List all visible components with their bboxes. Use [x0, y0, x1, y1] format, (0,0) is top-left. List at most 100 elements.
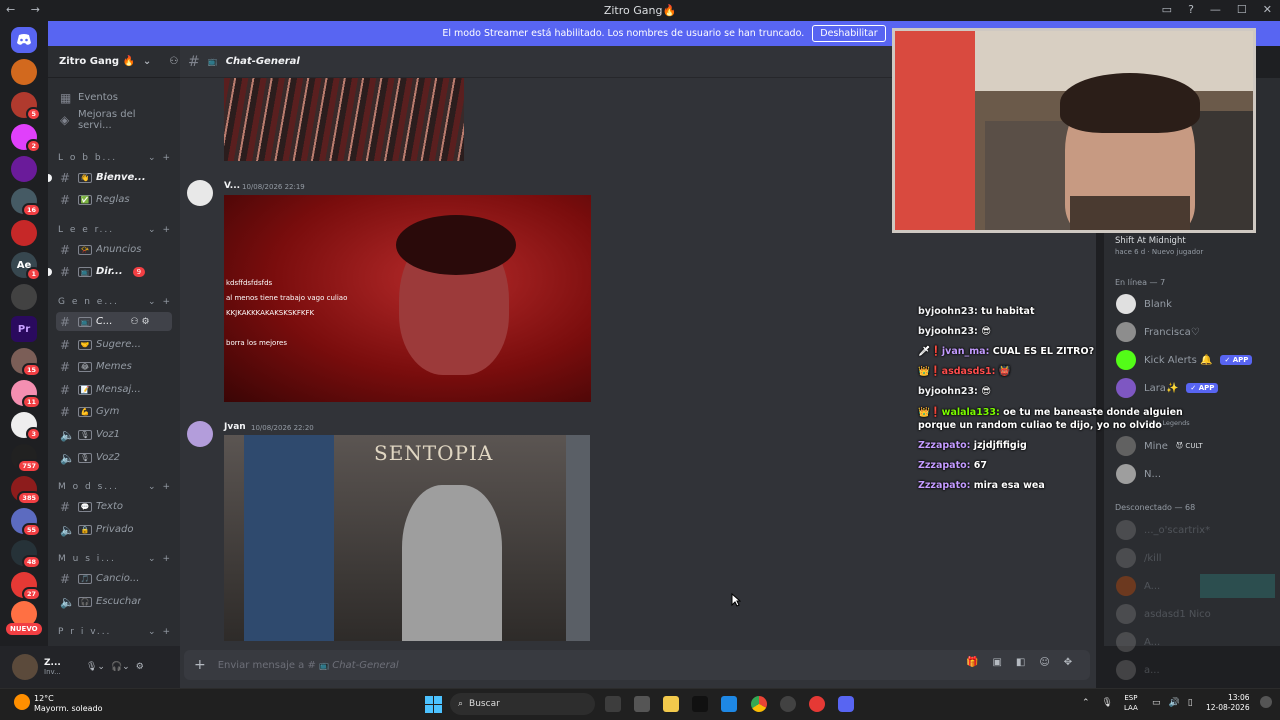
chrome-icon[interactable]	[751, 696, 767, 712]
discord-home-icon[interactable]	[11, 27, 37, 53]
weather-icon[interactable]	[14, 694, 30, 710]
discord-taskbar-icon[interactable]	[838, 696, 854, 712]
taskbar-search[interactable]: ⌕ Buscar	[450, 693, 595, 715]
task-view-icon[interactable]	[605, 696, 621, 712]
message-author[interactable]: Jvan	[224, 422, 246, 432]
apps-icon[interactable]: ✥	[1064, 657, 1072, 668]
category-leer[interactable]: L e e r... ⌄ +	[58, 225, 172, 235]
category-lobby[interactable]: L o b b... ⌄ +	[58, 153, 172, 163]
emoji-icon[interactable]: ☺	[1039, 657, 1049, 668]
channel-texto[interactable]: # 💬 Texto	[56, 497, 172, 516]
category-general[interactable]: G e n e... ⌄ +	[58, 297, 172, 307]
plus-icon[interactable]: ⌄ +	[148, 297, 172, 307]
minimize-button[interactable]: —	[1210, 3, 1221, 16]
sticker-icon[interactable]: ◧	[1016, 657, 1025, 668]
inbox-icon[interactable]: ▭	[1162, 3, 1172, 16]
server-icon[interactable]: 2	[11, 124, 41, 153]
ae-server-icon[interactable]: Ae 1	[11, 252, 41, 281]
plus-icon[interactable]: ⌄ +	[148, 225, 172, 235]
member-item[interactable]: /kill	[1116, 548, 1162, 568]
member-item[interactable]: ..._o'scartrix*	[1116, 520, 1210, 540]
server-icon[interactable]	[11, 156, 37, 182]
channel-anuncios[interactable]: # 📯 Anuncios	[56, 240, 172, 259]
avatar[interactable]	[187, 421, 213, 447]
server-icon[interactable]	[11, 220, 37, 246]
tray-icons[interactable]: ▭ 🔊 ▯	[1152, 698, 1193, 708]
plus-icon[interactable]: ⌄ +	[148, 627, 172, 637]
channel-directo[interactable]: # 📺 Dir... 9	[56, 262, 172, 281]
window-controls[interactable]: ▭ ? — ☐ ✕	[1162, 3, 1272, 16]
maximize-button[interactable]: ☐	[1237, 3, 1247, 16]
server-icon[interactable]: 27	[11, 572, 41, 601]
member-item[interactable]: A...	[1116, 576, 1160, 596]
gif-icon[interactable]: ▣	[992, 657, 1001, 668]
message-author[interactable]: V...	[224, 181, 240, 191]
sidebar-item-boosts[interactable]: ◈ Mejoras del servi...	[56, 109, 172, 131]
message-image[interactable]	[224, 78, 464, 161]
app-icon[interactable]	[634, 696, 650, 712]
notifications-icon[interactable]	[1260, 696, 1272, 708]
avatar[interactable]	[187, 180, 213, 206]
voice-channel-voz2[interactable]: 🔈 🎙 Voz2	[56, 448, 172, 467]
voice-channel-escuchar[interactable]: 🔈 🎧 Escuchar	[56, 592, 172, 611]
channel-mensajes[interactable]: # 📝 Mensaj...	[56, 380, 172, 399]
app-icon[interactable]	[721, 696, 737, 712]
plus-icon[interactable]: ⌄ +	[148, 482, 172, 492]
server-header[interactable]: Zitro Gang 🔥 ⌄ ⚇	[48, 46, 180, 78]
message-image[interactable]: SENTOPIA	[224, 435, 590, 641]
plus-icon[interactable]: ⌄ +	[148, 554, 172, 564]
app-icon[interactable]	[692, 696, 708, 712]
nav-arrows[interactable]: ← →	[6, 3, 46, 16]
member-item[interactable]: asdasd1 Nico	[1116, 604, 1211, 624]
language-indicator[interactable]: ESP LAA	[1124, 693, 1138, 713]
member-item[interactable]: A...	[1116, 632, 1160, 652]
help-icon[interactable]: ?	[1188, 3, 1194, 16]
system-tray[interactable]: ⌃ 🎙	[1082, 698, 1113, 708]
member-item[interactable]: a...	[1116, 660, 1160, 680]
category-musica[interactable]: M u s i... ⌄ +	[58, 554, 172, 564]
voice-channel-privado[interactable]: 🔈 🔒 Privado	[56, 520, 172, 539]
server-icon[interactable]: 48	[11, 540, 41, 569]
channel-gym[interactable]: # 💪 Gym	[56, 402, 172, 421]
channel-settings-icon[interactable]: ⚇ ⚙	[131, 317, 150, 327]
server-icon[interactable]: 11	[11, 380, 41, 409]
microphone-icon[interactable]: 🎙⌄	[86, 662, 105, 672]
app-icon[interactable]	[809, 696, 825, 712]
channel-sugerencias[interactable]: # 🤝 Sugere...	[56, 335, 172, 354]
server-icon[interactable]: 16	[11, 188, 41, 217]
message-video[interactable]: kdsffdsfdsfds al menos tiene trabajo vag…	[224, 195, 591, 402]
channel-canciones[interactable]: # 🎵 Cancio...	[56, 569, 172, 588]
clock[interactable]: 13:06 12-08-2026	[1206, 693, 1250, 713]
sidebar-item-events[interactable]: ▦ Eventos	[56, 88, 172, 107]
voice-channel-voz1[interactable]: 🔈 🎙 Voz1	[56, 425, 172, 444]
steam-icon[interactable]	[780, 696, 796, 712]
server-icon[interactable]: 5	[11, 92, 41, 121]
server-icon[interactable]: 55	[11, 508, 41, 537]
channel-bienvenida[interactable]: # 👋 Bienve...	[56, 168, 172, 187]
server-icon[interactable]	[11, 284, 37, 310]
message-input[interactable]: + Enviar mensaje a # 📺 Chat-General	[184, 650, 1090, 680]
category-privado[interactable]: P r i v... ⌄ +	[58, 627, 172, 637]
headphones-icon[interactable]: 🎧⌄	[111, 662, 130, 672]
disable-streamer-button[interactable]: Deshabilitar	[812, 25, 886, 42]
channel-chat-general[interactable]: # 📺 C... ⚇ ⚙	[56, 312, 172, 331]
server-icon[interactable]	[11, 59, 37, 85]
file-explorer-icon[interactable]	[663, 696, 679, 712]
gift-icon[interactable]: 🎁	[966, 657, 978, 668]
close-button[interactable]: ✕	[1263, 3, 1272, 16]
invite-icon[interactable]: ⚇	[169, 56, 178, 67]
avatar[interactable]	[12, 654, 38, 680]
windows-start-icon[interactable]	[425, 696, 442, 713]
plus-icon[interactable]: ⌄ +	[148, 153, 172, 163]
category-mods[interactable]: M o d s... ⌄ +	[58, 482, 172, 492]
server-icon[interactable]: 385	[11, 476, 41, 505]
server-icon[interactable]: 3	[11, 412, 41, 441]
user-settings-icon[interactable]: ⚙	[136, 662, 144, 672]
channel-reglas[interactable]: # ✅ Reglas	[56, 190, 172, 209]
attach-plus-icon[interactable]: +	[194, 657, 206, 673]
pr-server-icon[interactable]: Pr	[11, 316, 37, 342]
server-icon[interactable]: 15	[11, 348, 41, 377]
channel-memes[interactable]: # 😂 Memes	[56, 357, 172, 376]
weather-widget[interactable]: 12°C Mayorm. soleado	[34, 694, 103, 714]
server-icon[interactable]: 757	[11, 444, 41, 473]
